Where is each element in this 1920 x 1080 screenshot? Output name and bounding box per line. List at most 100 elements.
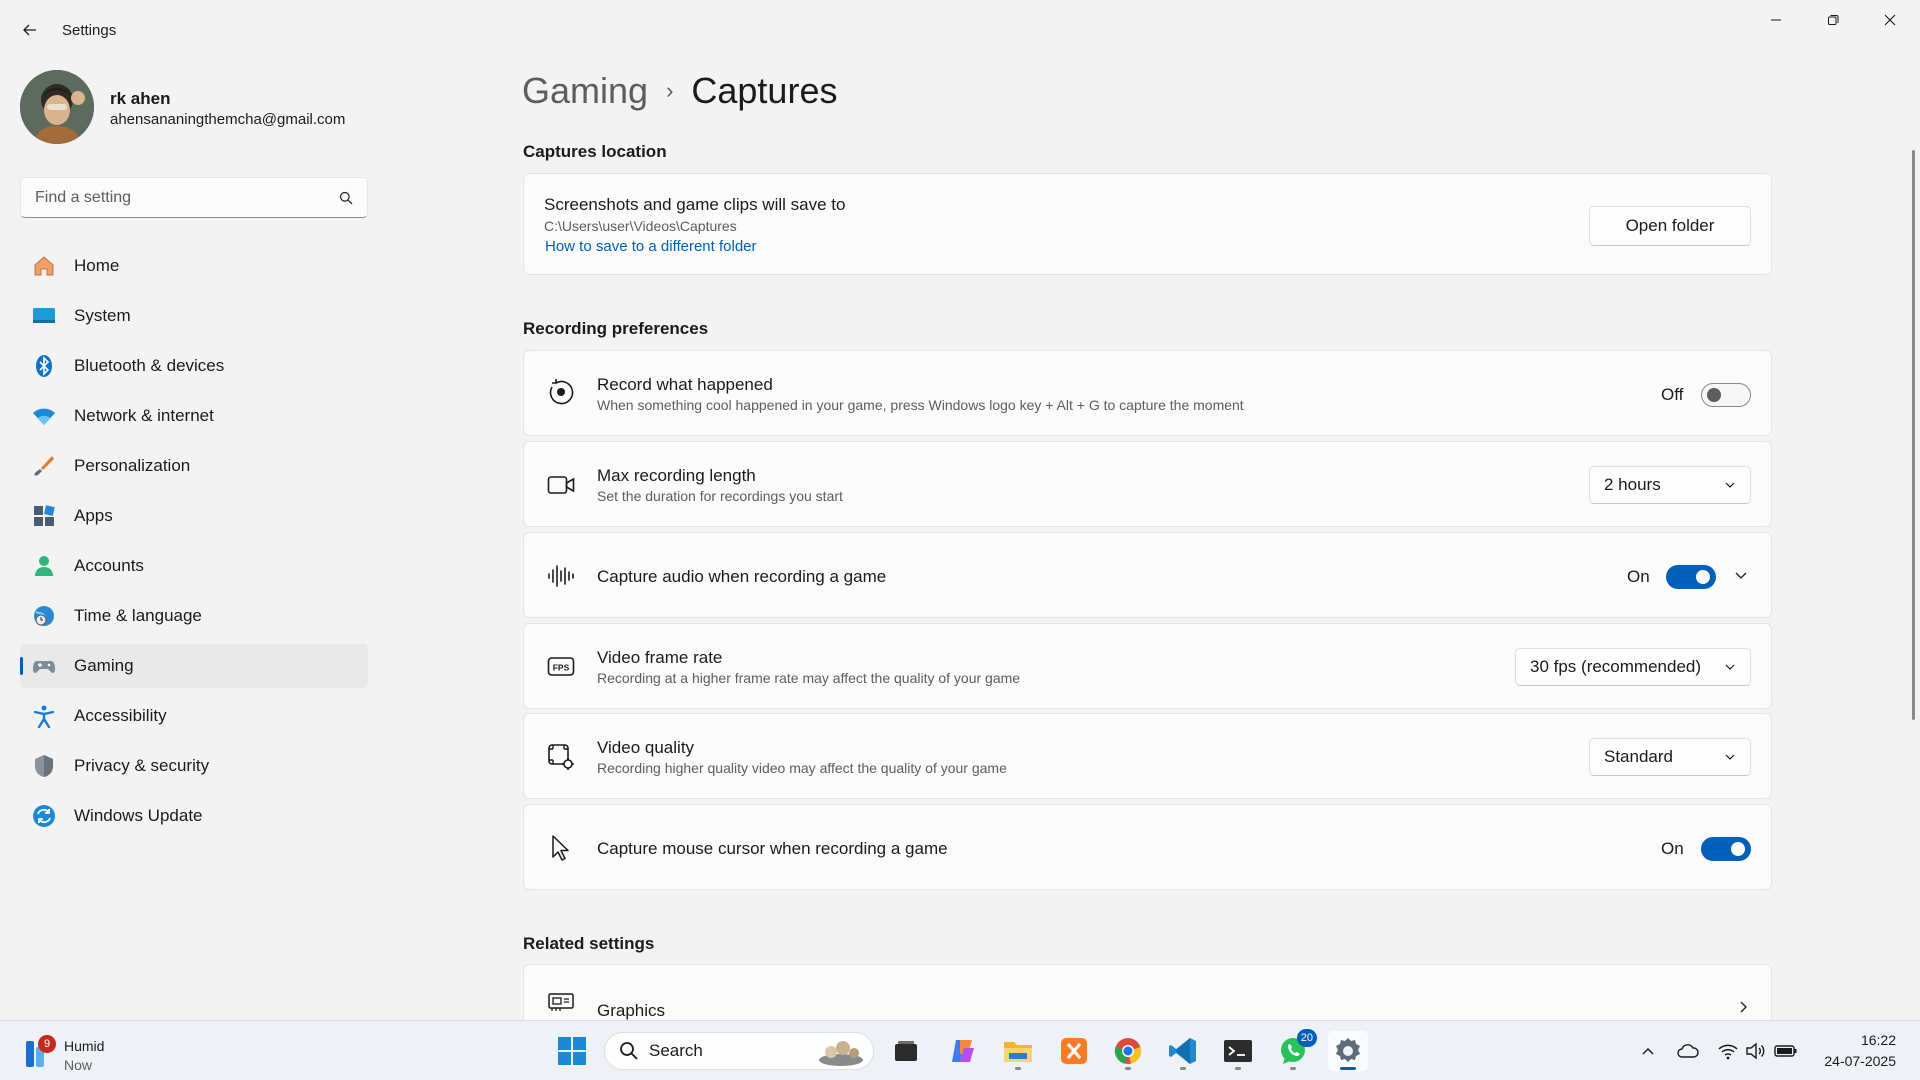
- sidebar-nav: Home System Bluetooth & devices Network …: [20, 244, 368, 844]
- windows-logo-icon: [558, 1037, 586, 1065]
- sidebar-item-label: Home: [74, 256, 120, 275]
- record-what-happened-card: Record what happened When something cool…: [523, 350, 1772, 436]
- taskbar-app-file-explorer[interactable]: [998, 1031, 1038, 1071]
- sidebar-item-accessibility[interactable]: Accessibility: [20, 694, 368, 738]
- running-indicator: [1235, 1067, 1241, 1070]
- breadcrumb-parent[interactable]: Gaming: [522, 70, 648, 112]
- taskbar-app-settings[interactable]: [1328, 1031, 1368, 1071]
- capture-audio-expand[interactable]: [1733, 567, 1751, 585]
- video-quality-title: Video quality: [597, 738, 695, 757]
- tray-onedrive[interactable]: [1676, 1039, 1700, 1063]
- whatsapp-badge: 20: [1296, 1029, 1317, 1047]
- capture-audio-toggle[interactable]: [1666, 565, 1716, 589]
- taskbar-app-task-view[interactable]: [886, 1031, 926, 1071]
- section-captures-location: Captures location: [523, 142, 667, 161]
- weather-widget[interactable]: 9 Humid Now: [20, 1029, 130, 1073]
- record-what-happened-toggle[interactable]: [1701, 383, 1751, 407]
- user-name: rk ahen: [110, 89, 171, 108]
- start-button[interactable]: [552, 1031, 592, 1071]
- sidebar-item-privacy[interactable]: Privacy & security: [20, 744, 368, 788]
- battery-charging-icon: [1774, 1045, 1797, 1057]
- mouse-cursor-icon: [546, 833, 576, 863]
- different-folder-link[interactable]: How to save to a different folder: [545, 238, 757, 255]
- active-indicator: [1340, 1067, 1356, 1070]
- chrome-icon: [1114, 1038, 1142, 1064]
- xampp-icon: [1061, 1038, 1087, 1064]
- search-input[interactable]: [35, 188, 339, 207]
- gamepad-icon: [32, 654, 56, 678]
- accessibility-icon: [32, 704, 56, 728]
- taskbar-app-copilot[interactable]: [943, 1031, 983, 1071]
- max-recording-length-card: Max recording length Set the duration fo…: [523, 441, 1772, 527]
- chevron-down-icon: [1725, 754, 1735, 760]
- sidebar-item-gaming[interactable]: Gaming: [20, 644, 368, 688]
- sidebar-item-windows-update[interactable]: Windows Update: [20, 794, 368, 838]
- tray-overflow-button[interactable]: [1636, 1039, 1660, 1063]
- taskbar-app-whatsapp[interactable]: 20: [1273, 1029, 1317, 1071]
- app-title: Settings: [62, 22, 117, 39]
- toggle-knob: [1696, 570, 1710, 584]
- minimize-button[interactable]: [1748, 4, 1804, 36]
- captures-location-path: C:\Users\user\Videos\Captures: [544, 218, 737, 234]
- page-title: Captures: [691, 70, 838, 111]
- record-icon: [546, 377, 576, 407]
- taskbar: 9 Humid Now Search 20 16:22 24-07-2025: [0, 1020, 1920, 1080]
- video-quality-card: Video quality Recording higher quality v…: [523, 713, 1772, 799]
- running-indicator: [1125, 1067, 1131, 1070]
- video-quality-icon: [546, 742, 576, 772]
- restore-button[interactable]: [1805, 4, 1861, 36]
- cloud-icon: [1677, 1044, 1699, 1058]
- chevron-up-icon: [1642, 1048, 1654, 1055]
- sidebar-item-network[interactable]: Network & internet: [20, 394, 368, 438]
- search-icon[interactable]: [339, 191, 353, 205]
- running-indicator: [1290, 1067, 1296, 1070]
- scrollbar[interactable]: [1912, 150, 1915, 720]
- dropdown-value: Standard: [1604, 747, 1673, 766]
- system-icon: [32, 304, 56, 328]
- back-arrow-icon: [23, 24, 36, 36]
- sidebar-item-apps[interactable]: Apps: [20, 494, 368, 538]
- open-folder-button[interactable]: Open folder: [1589, 206, 1751, 246]
- taskbar-app-xampp[interactable]: [1054, 1031, 1094, 1071]
- sidebar-item-label: Bluetooth & devices: [74, 356, 225, 375]
- user-email: ahensananingthemcha@gmail.com: [110, 111, 346, 128]
- graphics-settings-card[interactable]: Graphics: [523, 964, 1772, 1020]
- sidebar-item-personalization[interactable]: Personalization: [20, 444, 368, 488]
- chevron-down-icon: [1725, 482, 1735, 488]
- video-quality-desc: Recording higher quality video may affec…: [597, 760, 1007, 776]
- tray-battery[interactable]: [1774, 1039, 1798, 1063]
- taskbar-app-chrome[interactable]: [1108, 1031, 1148, 1071]
- taskbar-search[interactable]: Search: [604, 1032, 874, 1070]
- video-frame-rate-dropdown[interactable]: 30 fps (recommended): [1515, 648, 1751, 686]
- back-button[interactable]: [14, 14, 46, 46]
- capture-audio-title: Capture audio when recording a game: [597, 567, 887, 586]
- sidebar-item-label: System: [74, 306, 131, 325]
- sidebar-item-system[interactable]: System: [20, 294, 368, 338]
- restore-icon: [1828, 15, 1839, 25]
- clock-date[interactable]: 24-07-2025: [1824, 1053, 1896, 1069]
- record-what-happened-state: Off: [1661, 385, 1684, 404]
- folder-icon: [1004, 1042, 1032, 1062]
- sidebar-item-bluetooth[interactable]: Bluetooth & devices: [20, 344, 368, 388]
- taskbar-app-terminal[interactable]: [1218, 1031, 1258, 1071]
- dropdown-value: 2 hours: [1604, 475, 1661, 494]
- title-bar: Settings: [0, 0, 1920, 60]
- video-quality-dropdown[interactable]: Standard: [1589, 738, 1751, 776]
- taskbar-app-vscode[interactable]: [1163, 1031, 1203, 1071]
- tray-network[interactable]: [1716, 1039, 1740, 1063]
- settings-search[interactable]: [20, 177, 368, 218]
- capture-mouse-cursor-toggle[interactable]: [1701, 837, 1751, 861]
- sidebar-item-accounts[interactable]: Accounts: [20, 544, 368, 588]
- task-view-icon: [895, 1041, 917, 1061]
- sidebar-item-time-language[interactable]: Time & language: [20, 594, 368, 638]
- dropdown-value: 30 fps (recommended): [1530, 657, 1702, 676]
- tray-volume[interactable]: [1744, 1039, 1768, 1063]
- capture-mouse-cursor-title: Capture mouse cursor when recording a ga…: [597, 839, 948, 858]
- clock-time[interactable]: 16:22: [1861, 1032, 1896, 1048]
- sidebar-item-home[interactable]: Home: [20, 244, 368, 288]
- running-indicator: [1015, 1067, 1021, 1070]
- avatar[interactable]: [20, 70, 94, 144]
- close-button[interactable]: [1862, 4, 1918, 36]
- max-recording-length-dropdown[interactable]: 2 hours: [1589, 466, 1751, 504]
- sidebar-item-label: Windows Update: [74, 806, 203, 825]
